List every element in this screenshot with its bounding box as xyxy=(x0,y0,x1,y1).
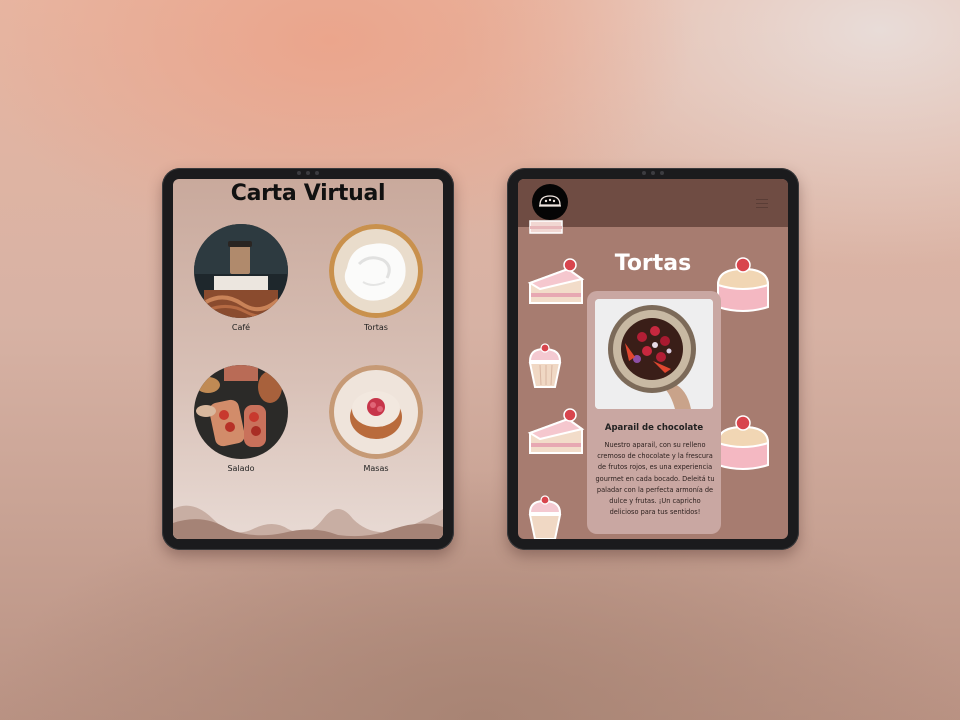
category-label: Café xyxy=(231,323,251,332)
bruschetta-photo xyxy=(194,365,288,459)
page-title: Tortas xyxy=(614,251,692,276)
right-tablet: Tortas Aparail de chocolate Nuestro apar… xyxy=(507,168,799,550)
category-masas[interactable]: Masas xyxy=(326,365,426,473)
category-cafe[interactable]: Café xyxy=(191,224,291,332)
category-label: Masas xyxy=(363,464,389,473)
hamburger-menu-icon[interactable] xyxy=(756,199,768,211)
camera-dots xyxy=(642,171,664,175)
category-tortas[interactable]: Tortas xyxy=(326,224,426,332)
chocolate-tart-photo xyxy=(595,299,713,409)
cupcake-sticker-icon xyxy=(528,343,562,388)
product-name: Aparail de chocolate xyxy=(604,423,704,433)
cupcake-sticker-icon xyxy=(528,495,562,539)
tortas-screen: Tortas Aparail de chocolate Nuestro apar… xyxy=(518,179,788,539)
cake-logo-icon[interactable] xyxy=(532,184,568,220)
category-label: Tortas xyxy=(364,323,388,332)
cream-cake-photo xyxy=(329,224,423,318)
coffee-photo xyxy=(194,224,288,318)
left-tablet: Carta Virtual Café Tortas Salado Masas xyxy=(162,168,454,550)
page-title: Carta Virtual xyxy=(230,181,386,206)
carta-virtual-screen: Carta Virtual Café Tortas Salado Masas xyxy=(173,179,443,539)
product-card[interactable]: Aparail de chocolate Nuestro aparail, co… xyxy=(587,291,721,534)
category-salado[interactable]: Salado xyxy=(191,365,291,473)
cake-slice-sticker-icon xyxy=(529,220,563,234)
round-cake-sticker-icon xyxy=(716,415,770,470)
category-label: Salado xyxy=(227,464,255,473)
cake-slice-sticker-icon xyxy=(527,408,585,454)
product-description: Nuestro aparail, con su relleno cremoso … xyxy=(595,441,715,517)
pastry-photo xyxy=(329,365,423,459)
decorative-waves xyxy=(173,505,443,539)
camera-dots xyxy=(297,171,319,175)
